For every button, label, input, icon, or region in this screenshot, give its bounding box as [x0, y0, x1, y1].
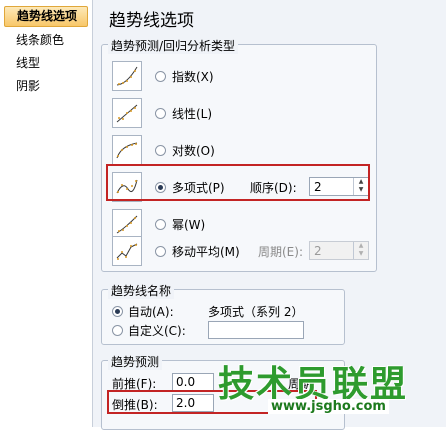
spin-down-icon: ▼ — [358, 250, 364, 257]
period-value: 2 — [314, 244, 322, 258]
option-moving-average[interactable]: 移动平均(M) 周期(E): 2 ▲ ▼ — [102, 236, 372, 270]
label-logarithmic: 对数(O) — [172, 144, 215, 158]
period-label: 周期(E): — [258, 245, 303, 259]
moving-average-trend-icon — [112, 236, 142, 266]
forecast-legend: 趋势预测 — [108, 353, 163, 370]
label-name-auto: 自动(A): — [128, 305, 174, 319]
custom-name-field[interactable] — [208, 321, 304, 339]
radio-power[interactable] — [155, 219, 166, 230]
radio-name-custom[interactable] — [112, 325, 123, 336]
period-stepper: 2 ▲ ▼ — [309, 241, 369, 260]
trend-type-group: 趋势预测/回归分析类型 指数(X) 线性(L) 对数(O) 多项式(P) 顺序(… — [101, 37, 377, 272]
label-exponential: 指数(X) — [172, 70, 214, 84]
forward-value: 0.0 — [176, 375, 196, 389]
exponential-trend-icon — [112, 61, 142, 91]
page-title: 趋势线选项 — [109, 11, 194, 31]
label-name-custom: 自定义(C): — [128, 324, 186, 338]
radio-exponential[interactable] — [155, 71, 166, 82]
sidebar-item-line-color[interactable]: 线条颜色 — [4, 30, 88, 51]
sidebar-item-trendline-options[interactable]: 趋势线选项 — [4, 6, 88, 27]
radio-name-auto[interactable] — [112, 306, 123, 317]
option-linear[interactable]: 线性(L) — [102, 98, 372, 132]
option-exponential[interactable]: 指数(X) — [102, 61, 372, 95]
sidebar-item-shadow[interactable]: 阴影 — [4, 76, 88, 97]
trend-name-legend: 趋势线名称 — [108, 282, 175, 299]
highlight-polynomial — [106, 164, 370, 201]
label-moving-average: 移动平均(M) — [172, 245, 240, 259]
main-panel: 趋势线选项 趋势预测/回归分析类型 指数(X) 线性(L) 对数(O) 多项式(… — [93, 0, 446, 430]
sidebar: 趋势线选项 线条颜色 线型 阴影 — [0, 0, 93, 427]
linear-trend-icon — [112, 98, 142, 128]
logarithmic-trend-icon — [112, 135, 142, 165]
power-trend-icon — [112, 209, 142, 239]
radio-logarithmic[interactable] — [155, 145, 166, 156]
radio-linear[interactable] — [155, 108, 166, 119]
highlight-backward — [107, 390, 317, 414]
forward-field[interactable]: 0.0 — [172, 373, 214, 391]
sidebar-item-line-style[interactable]: 线型 — [4, 53, 88, 74]
radio-moving-average[interactable] — [155, 246, 166, 257]
auto-name-value: 多项式（系列 2） — [208, 305, 304, 319]
label-linear: 线性(L) — [172, 107, 213, 121]
trend-name-group: 趋势线名称 自动(A): 多项式（系列 2） 自定义(C): — [101, 282, 345, 345]
label-power: 幂(W) — [172, 218, 206, 232]
trend-type-legend: 趋势预测/回归分析类型 — [108, 37, 239, 54]
spin-up-icon: ▲ — [358, 242, 364, 249]
